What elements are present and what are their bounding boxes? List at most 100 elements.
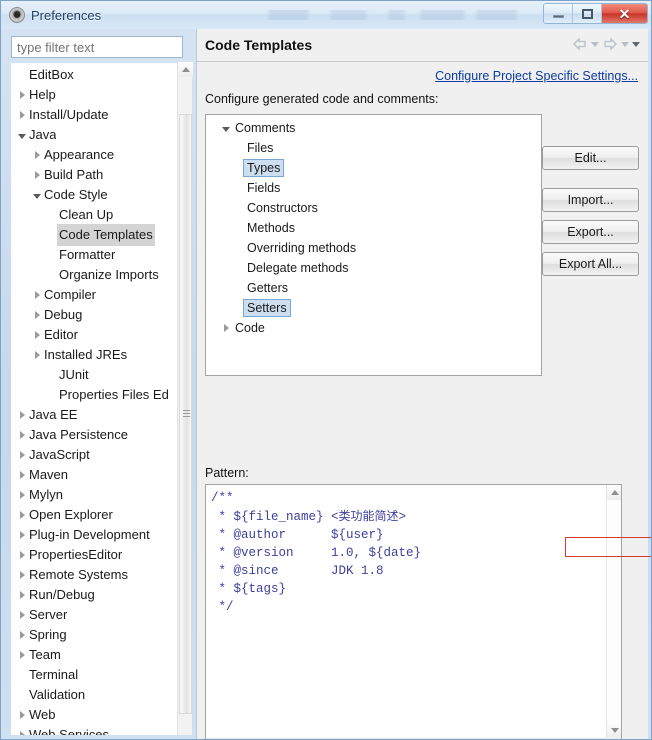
- template-item-setters[interactable]: Setters: [206, 298, 541, 318]
- pattern-vertical-scrollbar[interactable]: [606, 485, 621, 738]
- filter-input[interactable]: [11, 36, 183, 58]
- chevron-right-icon[interactable]: [15, 551, 29, 559]
- sidebar-item-remote-systems[interactable]: Remote Systems: [11, 565, 171, 585]
- chevron-right-icon[interactable]: [15, 411, 29, 419]
- chevron-down-icon[interactable]: [218, 125, 234, 132]
- chevron-right-icon[interactable]: [15, 611, 29, 619]
- chevron-right-icon[interactable]: [15, 511, 29, 519]
- chevron-right-icon[interactable]: [30, 151, 44, 159]
- sidebar-item-team[interactable]: Team: [11, 645, 171, 665]
- maximize-button[interactable]: [573, 4, 602, 23]
- sidebar-item-install-update[interactable]: Install/Update: [11, 105, 171, 125]
- sidebar-item-formatter[interactable]: Formatter: [11, 245, 171, 265]
- pattern-textarea[interactable]: /** * ${file_name} <类功能简述> * @author ${u…: [205, 484, 622, 739]
- chevron-right-icon[interactable]: [15, 111, 29, 119]
- configure-project-specific-settings-link[interactable]: Configure Project Specific Settings...: [435, 69, 638, 83]
- sidebar-item-maven[interactable]: Maven: [11, 465, 171, 485]
- sidebar-item-code-style[interactable]: Code Style: [11, 185, 171, 205]
- template-item-types[interactable]: Types: [206, 158, 541, 178]
- sidebar-item-java-ee[interactable]: Java EE: [11, 405, 171, 425]
- sidebar-item-propertieseditor[interactable]: PropertiesEditor: [11, 545, 171, 565]
- sidebar-item-validation[interactable]: Validation: [11, 685, 171, 705]
- chevron-right-icon[interactable]: [15, 491, 29, 499]
- sidebar-item-plug-in-development[interactable]: Plug-in Development: [11, 525, 171, 545]
- chevron-right-icon[interactable]: [218, 324, 234, 332]
- template-item-getters[interactable]: Getters: [206, 278, 541, 298]
- back-dropdown-chevron-down-icon[interactable]: [591, 41, 599, 47]
- template-item-label: Types: [243, 159, 285, 177]
- sidebar-item-properties-files-editor[interactable]: Properties Files Editor: [11, 385, 171, 405]
- scrollbar-grip-icon: [183, 410, 190, 418]
- sidebar-item-web[interactable]: Web: [11, 705, 171, 725]
- sidebar-item-compiler[interactable]: Compiler: [11, 285, 171, 305]
- chevron-right-icon[interactable]: [30, 331, 44, 339]
- code-templates-tree[interactable]: Comments Files Types Fields Constructors Meth…: [205, 114, 542, 376]
- chevron-right-icon[interactable]: [30, 311, 44, 319]
- import-button[interactable]: Import...: [542, 188, 639, 212]
- chevron-right-icon[interactable]: [15, 631, 29, 639]
- sidebar-item-editor[interactable]: Editor: [11, 325, 171, 345]
- chevron-right-icon[interactable]: [15, 571, 29, 579]
- sidebar-item-build-path[interactable]: Build Path: [11, 165, 171, 185]
- chevron-right-icon[interactable]: [15, 431, 29, 439]
- sidebar-scrollbar[interactable]: [177, 62, 193, 735]
- pattern-scroll-down-button[interactable]: [607, 723, 621, 738]
- chevron-right-icon[interactable]: [15, 711, 29, 719]
- chevron-down-icon[interactable]: [30, 192, 44, 199]
- chevron-right-icon[interactable]: [15, 731, 29, 735]
- preferences-tree[interactable]: EditBox Help Install/Update Java Appearance B…: [11, 63, 184, 735]
- template-item-fields[interactable]: Fields: [206, 178, 541, 198]
- chevron-right-icon[interactable]: [30, 351, 44, 359]
- chevron-right-icon[interactable]: [15, 531, 29, 539]
- sidebar-item-installed-jres[interactable]: Installed JREs: [11, 345, 171, 365]
- sidebar-item-java[interactable]: Java: [11, 125, 171, 145]
- chevron-down-icon[interactable]: [15, 132, 29, 139]
- page-menu-chevron-down-icon[interactable]: [632, 41, 640, 47]
- sidebar-item-terminal[interactable]: Terminal: [11, 665, 171, 685]
- chevron-right-icon[interactable]: [15, 591, 29, 599]
- template-item-code[interactable]: Code: [206, 318, 541, 338]
- sidebar-item-server[interactable]: Server: [11, 605, 171, 625]
- sidebar-item-junit[interactable]: JUnit: [11, 365, 171, 385]
- forward-arrow-icon[interactable]: [602, 37, 618, 51]
- sidebar-item-spring[interactable]: Spring: [11, 625, 171, 645]
- chevron-right-icon[interactable]: [15, 651, 29, 659]
- sidebar-item-label: Appearance: [44, 147, 115, 162]
- sidebar-item-code-templates[interactable]: Code Templates: [11, 224, 171, 246]
- edit-button[interactable]: Edit...: [542, 146, 639, 170]
- sidebar-item-label: Server: [29, 607, 68, 622]
- sidebar-item-open-explorer[interactable]: Open Explorer: [11, 505, 171, 525]
- chevron-right-icon[interactable]: [15, 451, 29, 459]
- sidebar-item-web-services[interactable]: Web Services: [11, 725, 171, 735]
- sidebar-item-javascript[interactable]: JavaScript: [11, 445, 171, 465]
- chevron-right-icon[interactable]: [30, 171, 44, 179]
- sidebar-item-organize-imports[interactable]: Organize Imports: [11, 265, 171, 285]
- back-arrow-icon[interactable]: [572, 37, 588, 51]
- minimize-button[interactable]: [544, 4, 573, 23]
- sidebar-item-help[interactable]: Help: [11, 85, 171, 105]
- sidebar-item-appearance[interactable]: Appearance: [11, 145, 171, 165]
- sidebar-item-debug[interactable]: Debug: [11, 305, 171, 325]
- export-all-button-label: Export All...: [558, 257, 623, 271]
- sidebar-item-clean-up[interactable]: Clean Up: [11, 205, 171, 225]
- template-item-constructors[interactable]: Constructors: [206, 198, 541, 218]
- sidebar-item-java-persistence[interactable]: Java Persistence: [11, 425, 171, 445]
- chevron-right-icon[interactable]: [30, 291, 44, 299]
- export-button[interactable]: Export...: [542, 220, 639, 244]
- pattern-scroll-up-button[interactable]: [607, 485, 621, 500]
- chevron-right-icon[interactable]: [15, 471, 29, 479]
- scroll-up-button[interactable]: [178, 62, 193, 77]
- template-item-delegate-methods[interactable]: Delegate methods: [206, 258, 541, 278]
- sidebar-item-mylyn[interactable]: Mylyn: [11, 485, 171, 505]
- template-item-files[interactable]: Files: [206, 138, 541, 158]
- sidebar-item-run-debug[interactable]: Run/Debug: [11, 585, 171, 605]
- sidebar-item-editbox[interactable]: EditBox: [11, 65, 171, 85]
- forward-dropdown-chevron-down-icon[interactable]: [621, 41, 629, 47]
- template-item-methods[interactable]: Methods: [206, 218, 541, 238]
- template-item-comments[interactable]: Comments: [206, 118, 541, 138]
- close-button[interactable]: ✕: [602, 4, 647, 23]
- export-all-button[interactable]: Export All...: [542, 252, 639, 276]
- chevron-right-icon[interactable]: [15, 91, 29, 99]
- template-item-overriding-methods[interactable]: Overriding methods: [206, 238, 541, 258]
- sidebar-scrollbar-thumb[interactable]: [179, 114, 192, 714]
